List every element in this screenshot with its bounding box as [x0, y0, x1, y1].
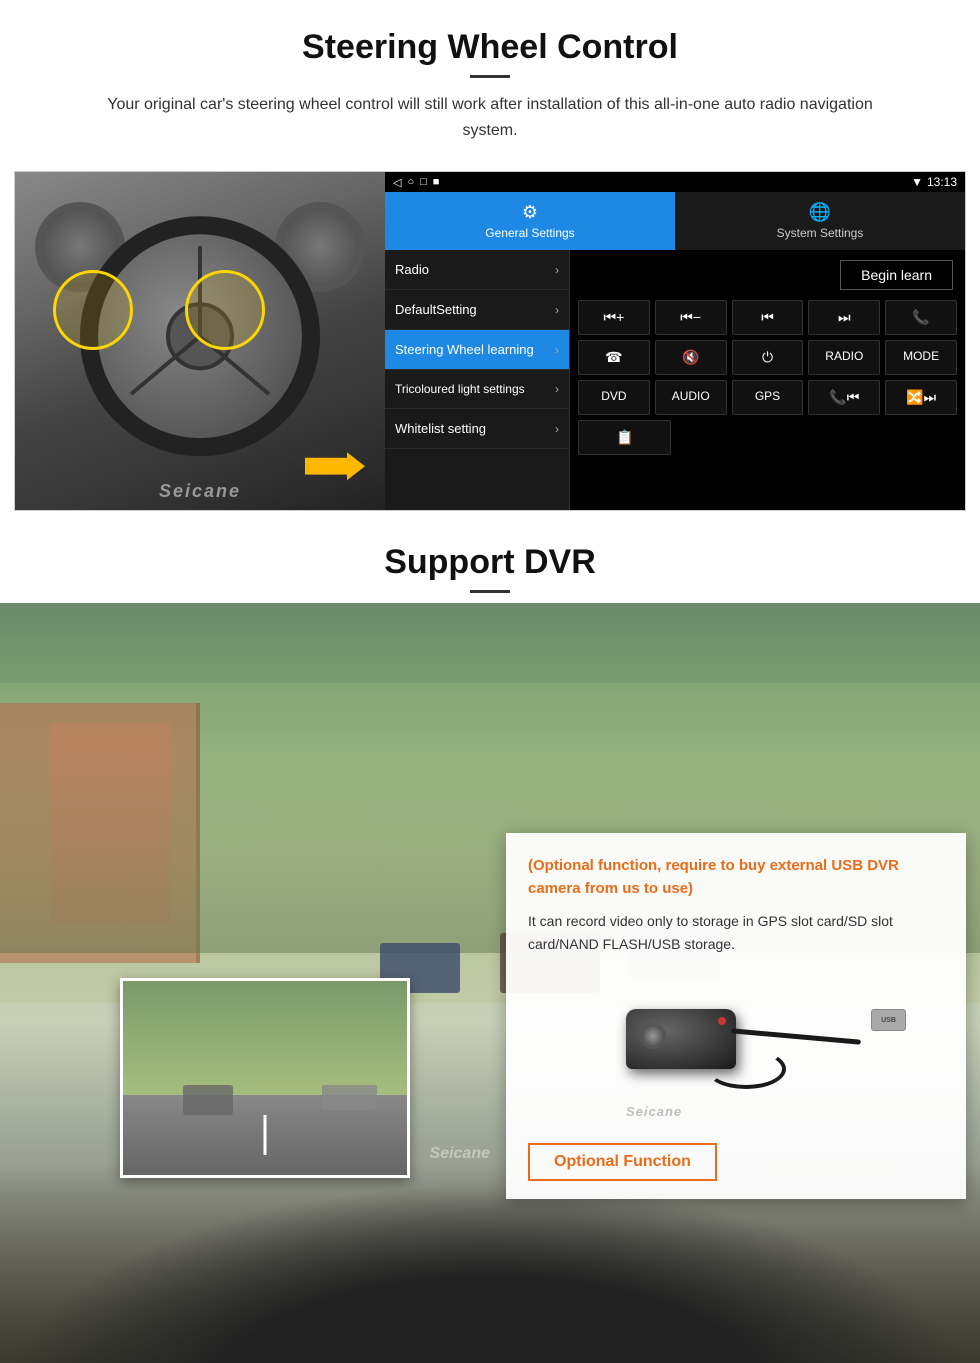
dvr-title: Support DVR [40, 543, 940, 582]
tab-system-settings[interactable]: 🌐 System Settings [675, 192, 965, 250]
call-prev-button[interactable]: 📞⏮ [808, 380, 880, 415]
tab-system-label: System Settings [777, 226, 864, 240]
android-menu-list: Radio › DefaultSetting › Steering Wheel … [385, 250, 570, 510]
signal-icon: ▼ [911, 175, 923, 189]
call-button[interactable]: 📞 [885, 300, 957, 335]
steering-title-area: Steering Wheel Control Your original car… [0, 0, 980, 153]
nav-back-icon[interactable]: ◁ [393, 176, 401, 189]
steering-description: Your original car's steering wheel contr… [80, 92, 900, 143]
steering-title: Steering Wheel Control [40, 28, 940, 67]
mode-button[interactable]: MODE [885, 340, 957, 375]
tab-general-settings[interactable]: ⚙ General Settings [385, 192, 675, 250]
menu-item-steering-wheel[interactable]: Steering Wheel learning › [385, 330, 569, 370]
camera-seicane-watermark: Seicane [626, 1104, 682, 1119]
chevron-right-icon: › [555, 263, 559, 277]
nav-screenshot-icon[interactable]: ■ [433, 176, 440, 188]
chevron-right-icon: › [555, 422, 559, 436]
dvr-camera-illustration: USB Seicane [528, 969, 944, 1129]
menu-tricoloured-label: Tricoloured light settings [395, 382, 525, 396]
android-control-panel: Begin learn ⏮+ ⏮− ⏮ ⏭ 📞 ☎ [570, 250, 965, 510]
next-track-button[interactable]: ⏭ [808, 300, 880, 335]
android-tabs: ⚙ General Settings 🌐 System Settings [385, 192, 965, 250]
gps-button[interactable]: GPS [732, 380, 804, 415]
dvr-thumb-centerline [264, 1115, 267, 1155]
camera-cord [731, 1028, 861, 1044]
dvr-image-block: Seicane (Optional function, require to b… [0, 603, 980, 1363]
nav-home-icon[interactable]: ○ [407, 176, 414, 188]
dvr-section: Support DVR Seicane (Optional [0, 511, 980, 1363]
dvr-divider [470, 590, 510, 593]
hang-up-button[interactable]: ☎ [578, 340, 650, 375]
optional-function-button[interactable]: Optional Function [528, 1143, 717, 1181]
radio-mode-button[interactable]: RADIO [808, 340, 880, 375]
dvr-info-card: (Optional function, require to buy exter… [506, 833, 966, 1199]
shuffle-next-button[interactable]: 🔀⏭ [885, 380, 957, 415]
menu-item-whitelist[interactable]: Whitelist setting › [385, 409, 569, 449]
control-btn-row-3: DVD AUDIO GPS 📞⏮ 🔀⏭ [578, 380, 957, 415]
spoke-right [130, 335, 202, 396]
vol-up-button[interactable]: ⏮+ [578, 300, 650, 335]
steering-photo: Seicane [15, 172, 385, 510]
power-button[interactable]: ⏻ [732, 340, 804, 375]
dvr-optional-notice: (Optional function, require to buy exter… [528, 855, 944, 900]
dvr-title-area: Support DVR [0, 511, 980, 603]
dvr-seicane-watermark: Seicane [430, 1145, 490, 1163]
control-btn-row-2: ☎ 🔇 ⏻ RADIO MODE [578, 340, 957, 375]
nav-recents-icon[interactable]: □ [420, 176, 427, 188]
dashboard-overlay [0, 1183, 980, 1363]
chevron-right-icon: › [555, 343, 559, 357]
menu-whitelist-label: Whitelist setting [395, 421, 486, 436]
dvd-button[interactable]: DVD [578, 380, 650, 415]
control-buttons-grid: ⏮+ ⏮− ⏮ ⏭ 📞 ☎ 🔇 ⏻ RADIO MODE [570, 298, 965, 463]
begin-learn-row: Begin learn [570, 250, 965, 298]
chevron-right-icon: › [555, 382, 559, 396]
dvr-description: It can record video only to storage in G… [528, 910, 944, 955]
menu-default-label: DefaultSetting [395, 302, 477, 317]
menu-steering-label: Steering Wheel learning [395, 342, 534, 357]
extra-button[interactable]: 📋 [578, 420, 671, 455]
menu-item-tricoloured[interactable]: Tricoloured light settings › [385, 370, 569, 409]
usb-connector: USB [871, 1009, 906, 1031]
menu-item-radio[interactable]: Radio › [385, 250, 569, 290]
status-time: 13:13 [927, 175, 957, 189]
status-right-icons: ▼ 13:13 [911, 175, 957, 189]
highlight-left [53, 270, 133, 350]
control-btn-row-1: ⏮+ ⏮− ⏮ ⏭ 📞 [578, 300, 957, 335]
mute-button[interactable]: 🔇 [655, 340, 727, 375]
gear-icon: ⚙ [522, 202, 538, 223]
title-divider [470, 75, 510, 78]
android-content: Radio › DefaultSetting › Steering Wheel … [385, 250, 965, 510]
android-status-bar: ◁ ○ □ ■ ▼ 13:13 [385, 172, 965, 192]
audio-button[interactable]: AUDIO [655, 380, 727, 415]
tab-general-label: General Settings [485, 226, 574, 240]
status-nav-icons: ◁ ○ □ ■ [393, 176, 439, 189]
prev-track-button[interactable]: ⏮ [732, 300, 804, 335]
menu-item-default-setting[interactable]: DefaultSetting › [385, 290, 569, 330]
chevron-right-icon: › [555, 303, 559, 317]
menu-radio-label: Radio [395, 262, 429, 277]
seicane-watermark: Seicane [159, 481, 241, 502]
control-btn-row-4: 📋 [578, 420, 957, 455]
highlight-right [185, 270, 265, 350]
dvr-thumbnail [120, 978, 410, 1178]
globe-icon: 🌐 [809, 202, 831, 223]
steering-section: Steering Wheel Control Your original car… [0, 0, 980, 511]
android-ui-panel: ◁ ○ □ ■ ▼ 13:13 ⚙ General Settings 🌐 [385, 172, 965, 510]
ui-screenshot-block: Seicane ◁ ○ □ ■ ▼ 13:13 ⚙ [14, 171, 966, 511]
begin-learn-button[interactable]: Begin learn [840, 260, 953, 290]
vol-down-button[interactable]: ⏮− [655, 300, 727, 335]
